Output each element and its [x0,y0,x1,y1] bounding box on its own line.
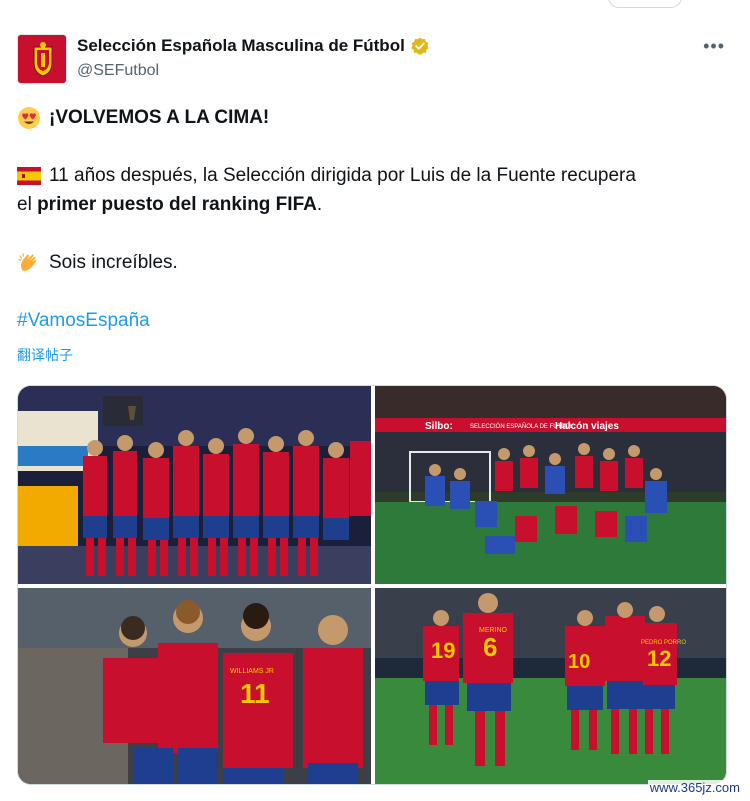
tweet-title: ¡VOLVEMOS A LA CIMA! [49,107,270,128]
avatar[interactable] [17,34,67,84]
jersey-number-6: 6 [483,632,497,662]
verified-badge-icon [411,37,429,55]
spain-flag-icon [17,164,41,188]
tweet-title-line: ¡VOLVEMOS A LA CIMA! [17,103,733,132]
photo-team-celebration[interactable] [18,386,371,584]
banner-sponsor-halcon: Halcón viajes [555,421,619,432]
jersey-number-19: 19 [431,638,455,663]
clapping-hands-emoji-icon [17,251,41,275]
hashtag-link[interactable]: #VamosEspaña [17,306,733,335]
follow-button-fragment[interactable] [608,0,682,8]
tweet-header: Selección Española Masculina de Fútbol @… [17,34,733,86]
jersey-name-merino: MERINO [479,627,508,634]
site-watermark: www.365jz.com [647,780,742,795]
photo-stadium-team[interactable]: Silbo: SELECCIÓN ESPAÑOLA DE FÚTBOL Halc… [375,386,726,584]
jersey-number-12: 12 [647,646,671,671]
rfef-crest-icon [18,35,66,83]
jersey-name-williams: WILLIAMS JR [230,668,274,675]
author-names: Selección Española Masculina de Fútbol @… [77,36,429,80]
heart-eyes-emoji-icon [17,106,41,130]
banner-sponsor-silbo: Silbo: [425,421,453,432]
more-options-icon[interactable]: ••• [703,36,725,57]
jersey-name-pedro-porro: PEDRO PORRO [641,640,686,646]
tweet-line-3: el primer puesto del ranking FIFA. [17,194,323,215]
photo-players-high-five[interactable]: 19 6 MERINO 10 12 PEDRO PORRO [375,588,726,784]
tweet-line-4: Sois increíbles. [17,248,733,277]
photo-players-celebrating[interactable]: 11 WILLIAMS JR [18,588,371,784]
media-grid: Silbo: SELECCIÓN ESPAÑOLA DE FÚTBOL Halc… [17,385,727,785]
tweet-text: ¡VOLVEMOS A LA CIMA! 11 años después, la… [17,103,733,370]
translate-post-link[interactable]: 翻译帖子 [17,341,733,370]
jersey-number-10: 10 [568,651,590,673]
author-handle[interactable]: @SEFutbol [77,62,429,80]
jersey-number-11: 11 [240,678,270,709]
author-display-name[interactable]: Selección Española Masculina de Fútbol [77,36,429,56]
tweet-line-2: 11 años después, la Selección dirigida p… [17,161,733,190]
